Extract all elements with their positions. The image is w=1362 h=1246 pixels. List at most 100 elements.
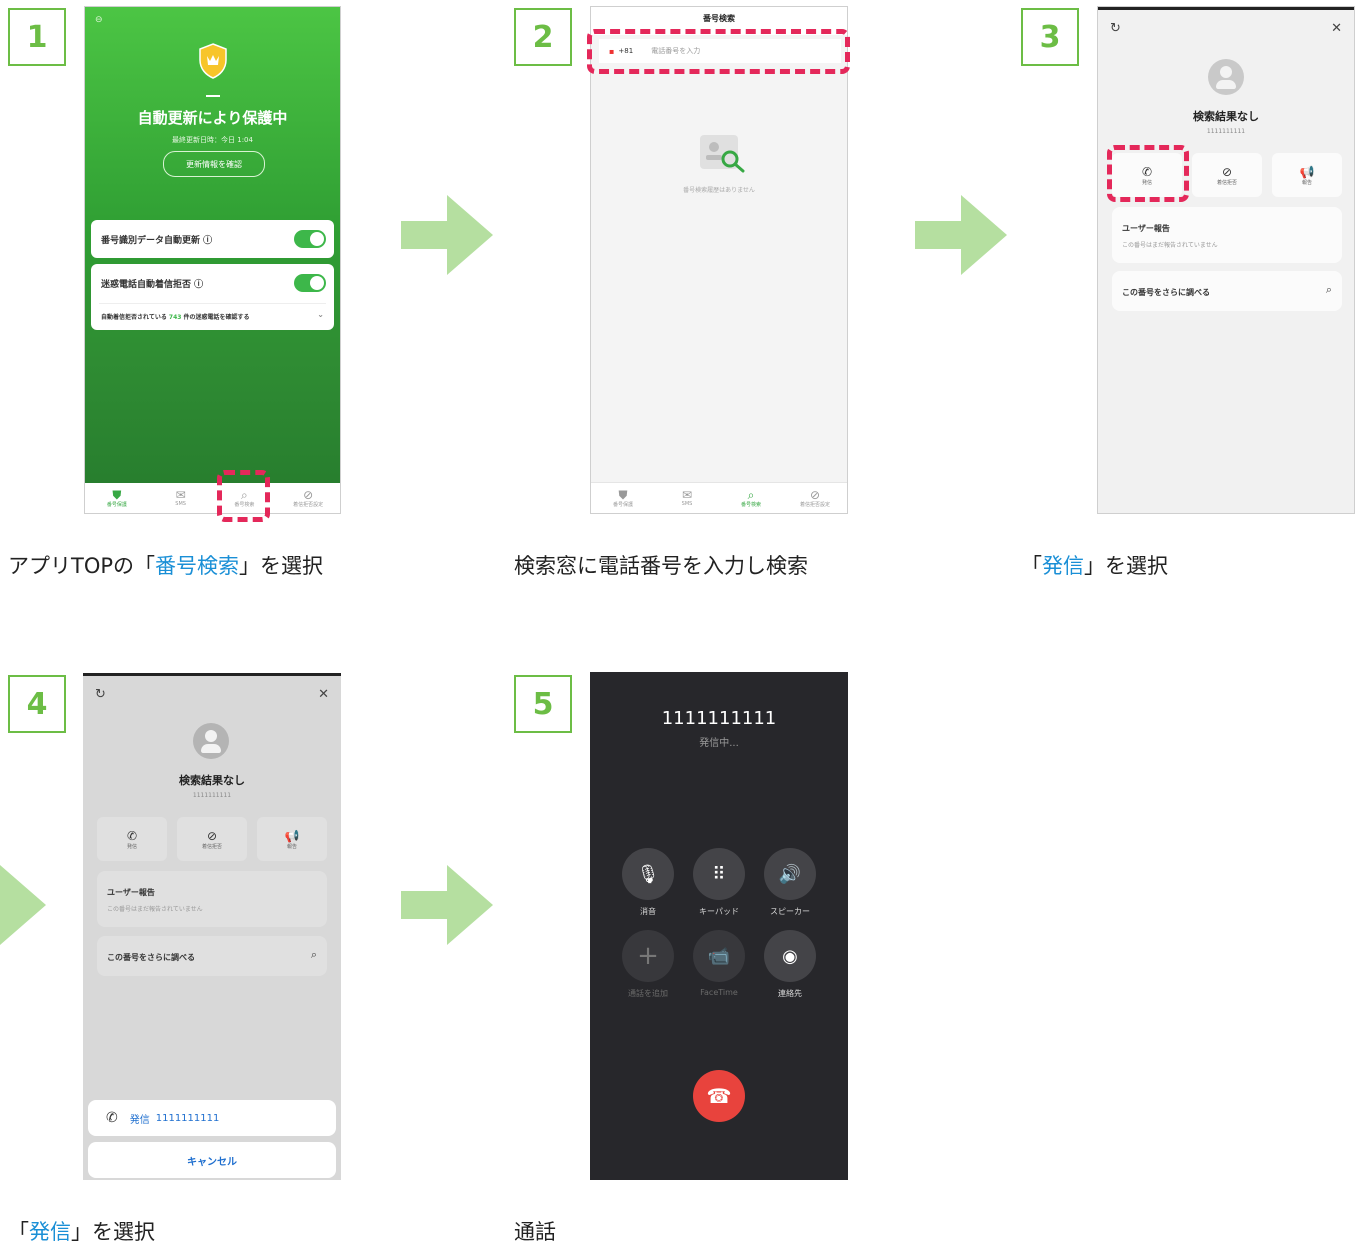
- facetime-button[interactable]: 📹: [693, 930, 745, 982]
- nav-label: 着信拒否設定: [293, 501, 324, 508]
- arrow-right-icon: [401, 195, 493, 275]
- report-button[interactable]: 📢 報告: [257, 817, 327, 861]
- blocked-calls-text-end: 件の迷惑電話を確認する: [181, 314, 250, 321]
- megaphone-icon: 📢: [284, 828, 300, 843]
- last-updated-text: 最終更新日時：今日 1:04: [172, 136, 253, 144]
- mail-icon: ✉: [681, 488, 693, 502]
- search-result-screen: ↻ ✕ 検索結果なし 1111111111 ✆ 発信 ⊘ 着信拒否 📢 報告 ユーザー…: [1097, 6, 1355, 514]
- search-more-label: この番号をさらに調べる: [1122, 288, 1210, 297]
- report-button[interactable]: 📢 報告: [1272, 153, 1342, 197]
- blocked-count: 743: [168, 314, 182, 321]
- block-button[interactable]: ⊘ 着信拒否: [1192, 153, 1262, 197]
- close-icon[interactable]: ✕: [1331, 21, 1342, 36]
- avatar-icon: [193, 723, 229, 759]
- call-button[interactable]: ✆ 発信: [97, 817, 167, 861]
- search-more-button[interactable]: この番号をさらに調べる ⌕: [97, 936, 327, 976]
- highlight-search-tab: [217, 470, 270, 522]
- auto-update-card: 番号識別データ自動更新 ⓘ: [91, 220, 334, 258]
- shield-nav-icon: ⛊: [618, 487, 628, 502]
- block-icon: ⊘: [809, 487, 821, 502]
- auto-update-toggle[interactable]: [294, 230, 326, 248]
- search-icon: ⌕: [1325, 283, 1332, 296]
- mail-icon: ✉: [175, 488, 186, 502]
- megaphone-icon: 📢: [1299, 164, 1315, 179]
- nav-label: 着信拒否設定: [799, 501, 830, 508]
- nav-block-settings[interactable]: ⊘ 着信拒否設定: [783, 483, 847, 513]
- highlight-search-field: [587, 29, 850, 74]
- auto-block-toggle[interactable]: [294, 274, 326, 292]
- block-button[interactable]: ⊘ 着信拒否: [177, 817, 247, 861]
- result-title: 検索結果なし: [1193, 110, 1259, 123]
- caption-text: 」を選択: [239, 554, 324, 578]
- block-icon: ⊘: [303, 487, 314, 502]
- step-1-caption: アプリTOPの「番号検索」を選択: [8, 550, 323, 580]
- report-label: 報告: [1301, 179, 1312, 186]
- mic-off-icon: 🎙: [636, 863, 660, 885]
- close-icon[interactable]: ✕: [318, 687, 329, 702]
- step-4-caption: 「発信」を選択: [8, 1216, 155, 1246]
- bottom-nav: ⛊ 番号保護 ✉ SMS ⌕ 番号検索 ⊘ 着信拒否設定: [591, 482, 847, 513]
- arrow-right-icon: [915, 195, 1007, 275]
- caption-text: 「: [8, 1220, 29, 1244]
- add-call-label: 通話を追加: [628, 989, 668, 998]
- blocked-calls-link[interactable]: 自動着信拒否されている 743 件の迷惑電話を確認する: [101, 312, 250, 321]
- contacts-label: 連絡先: [778, 989, 802, 998]
- facetime-label: FaceTime: [700, 988, 738, 997]
- caption-text: アプリTOPの「: [8, 554, 156, 578]
- plus-icon: +: [637, 941, 659, 971]
- nav-label: SMS: [175, 501, 186, 507]
- nav-block-settings[interactable]: ⊘ 着信拒否設定: [276, 483, 340, 513]
- searched-number: 1111111111: [1206, 128, 1246, 135]
- step-2-caption: 検索窓に電話番号を入力し検索: [514, 554, 808, 578]
- nav-label: 番号検索: [740, 501, 761, 508]
- calling-screen: 1111111111 発信中... 🎙 消音 ⠿ キーパッド 🔊 スピーカー +…: [590, 672, 848, 1180]
- mute-button[interactable]: 🎙: [622, 848, 674, 900]
- avatar-icon: [1208, 59, 1244, 95]
- speaker-label: スピーカー: [770, 907, 810, 916]
- nav-protection[interactable]: ⛊ 番号保護: [85, 483, 149, 513]
- user-report-title: ユーザー報告: [1122, 224, 1170, 233]
- nav-sms[interactable]: ✉ SMS: [655, 483, 719, 513]
- speaker-icon: 🔊: [778, 863, 802, 885]
- blocked-calls-text: 自動着信拒否されている: [101, 314, 169, 321]
- keypad-icon: ⠿: [712, 863, 726, 885]
- nav-protection[interactable]: ⛊ 番号保護: [591, 483, 655, 513]
- step-5-caption: 通話: [514, 1220, 556, 1244]
- step-number-3: 3: [1021, 8, 1079, 66]
- caption-highlight: 発信: [1042, 554, 1084, 578]
- search-icon: ⌕: [747, 487, 755, 502]
- nav-search[interactable]: ⌕ 番号検索: [719, 483, 783, 513]
- call-confirm-screen: ↻ ✕ 検索結果なし 1111111111 ✆ 発信 ⊘ 着信拒否 📢 報告 ユーザー…: [83, 673, 341, 1180]
- nav-sms[interactable]: ✉ SMS: [149, 483, 213, 513]
- call-action-sheet-button[interactable]: ✆ 発信 1111111111: [88, 1100, 336, 1136]
- search-more-button[interactable]: この番号をさらに調べる ⌕: [1112, 271, 1342, 311]
- call-label: 発信: [126, 843, 137, 850]
- auto-block-label: 迷惑電話自動着信拒否 ⓘ: [101, 280, 204, 290]
- bottom-nav: ⛊ 番号保護 ✉ SMS ⌕ 番号検索 ⊘ 着信拒否設定: [85, 483, 340, 513]
- mute-label: 消音: [640, 907, 656, 916]
- call-status: 発信中...: [699, 738, 739, 749]
- call-sheet-label: 発信: [129, 1114, 150, 1126]
- divider: [206, 95, 220, 97]
- caption-text: 」を選択: [71, 1220, 155, 1244]
- end-call-button[interactable]: ☎: [693, 1070, 745, 1122]
- cancel-button[interactable]: キャンセル: [88, 1142, 336, 1178]
- caption-highlight: 番号検索: [155, 554, 240, 578]
- refresh-icon[interactable]: ↻: [95, 687, 106, 702]
- phone-icon: ✆: [106, 1110, 118, 1126]
- searched-number: 1111111111: [192, 792, 232, 799]
- empty-history-text: 番号検索履歴はありません: [683, 187, 755, 194]
- settings-icon[interactable]: ⊖: [95, 15, 103, 25]
- user-report-title: ユーザー報告: [107, 888, 155, 897]
- shield-icon: [199, 43, 227, 79]
- check-update-button[interactable]: 更新情報を確認: [163, 151, 265, 177]
- refresh-icon[interactable]: ↻: [1110, 21, 1121, 36]
- step-number-1: 1: [8, 8, 66, 66]
- keypad-button[interactable]: ⠿: [693, 848, 745, 900]
- auto-update-label: 番号識別データ自動更新 ⓘ: [101, 236, 213, 246]
- add-call-button[interactable]: +: [622, 930, 674, 982]
- speaker-button[interactable]: 🔊: [764, 848, 816, 900]
- highlight-call-button: [1107, 145, 1189, 202]
- contacts-button[interactable]: ◉: [764, 930, 816, 982]
- chevron-down-icon[interactable]: ⌄: [317, 310, 324, 319]
